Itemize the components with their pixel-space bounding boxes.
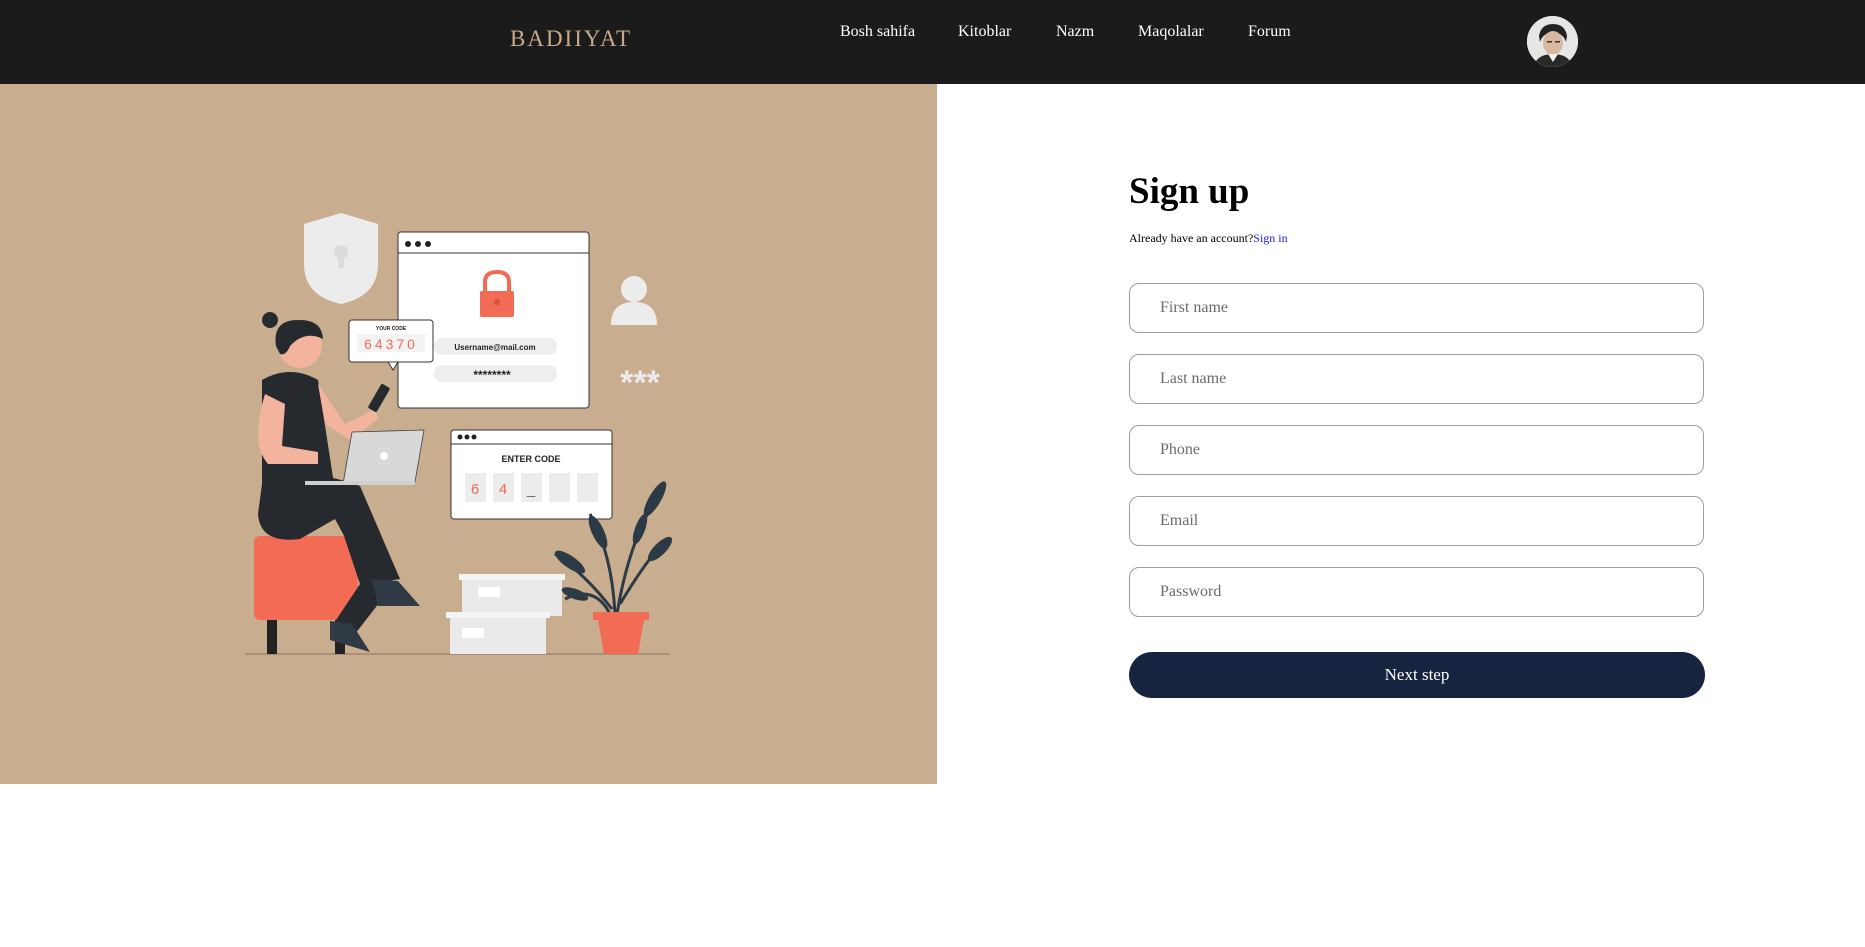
nav-link-kitoblar[interactable]: Kitoblar: [958, 23, 1011, 41]
user-icon: [611, 276, 657, 325]
your-code-bubble: YOUR CODE 64370: [348, 319, 434, 371]
password-field[interactable]: [1129, 567, 1704, 617]
illustration-password-mask: ********: [473, 368, 511, 382]
nav-link-nazm[interactable]: Nazm: [1056, 23, 1094, 41]
your-code-label: YOUR CODE: [376, 326, 407, 332]
code-digit-3: _: [526, 481, 536, 498]
signin-link[interactable]: Sign in: [1253, 231, 1287, 245]
signin-prompt-text: Already have an account?: [1129, 231, 1254, 245]
user-avatar[interactable]: [1527, 16, 1578, 67]
page-title: Sign up: [1129, 171, 1250, 212]
nav-link-maqolalar[interactable]: Maqolalar: [1138, 23, 1204, 41]
enter-code-label: ENTER CODE: [501, 454, 560, 464]
asterisks-decoration: ***: [620, 364, 660, 402]
nav-link-bosh-sahifa[interactable]: Bosh sahifa: [840, 23, 915, 41]
email-field[interactable]: [1129, 496, 1704, 546]
hero-illustration-panel: Username@mail.com ******** YOUR CODE 643…: [0, 84, 937, 784]
code-digit-2: 4: [499, 481, 507, 498]
phone-field[interactable]: [1129, 425, 1704, 475]
site-logo[interactable]: Badiiyat: [510, 26, 632, 52]
enter-code-window: ENTER CODE 6 4 _: [450, 429, 613, 520]
security-verification-illustration: Username@mail.com ******** YOUR CODE 643…: [245, 213, 673, 655]
next-step-button[interactable]: Next step: [1129, 652, 1705, 698]
signin-prompt: Already have an account?Sign in: [1129, 231, 1288, 246]
code-digit-1: 6: [471, 481, 479, 498]
your-code-value: 64370: [364, 336, 418, 352]
illustration-username: Username@mail.com: [454, 343, 535, 352]
top-navbar: Badiiyat Bosh sahifa Kitoblar Nazm Maqol…: [0, 0, 1865, 84]
first-name-field[interactable]: [1129, 283, 1704, 333]
nav-link-forum[interactable]: Forum: [1248, 23, 1291, 41]
storage-boxes: [446, 574, 565, 654]
avatar-portrait-icon: [1527, 16, 1578, 67]
last-name-field[interactable]: [1129, 354, 1704, 404]
